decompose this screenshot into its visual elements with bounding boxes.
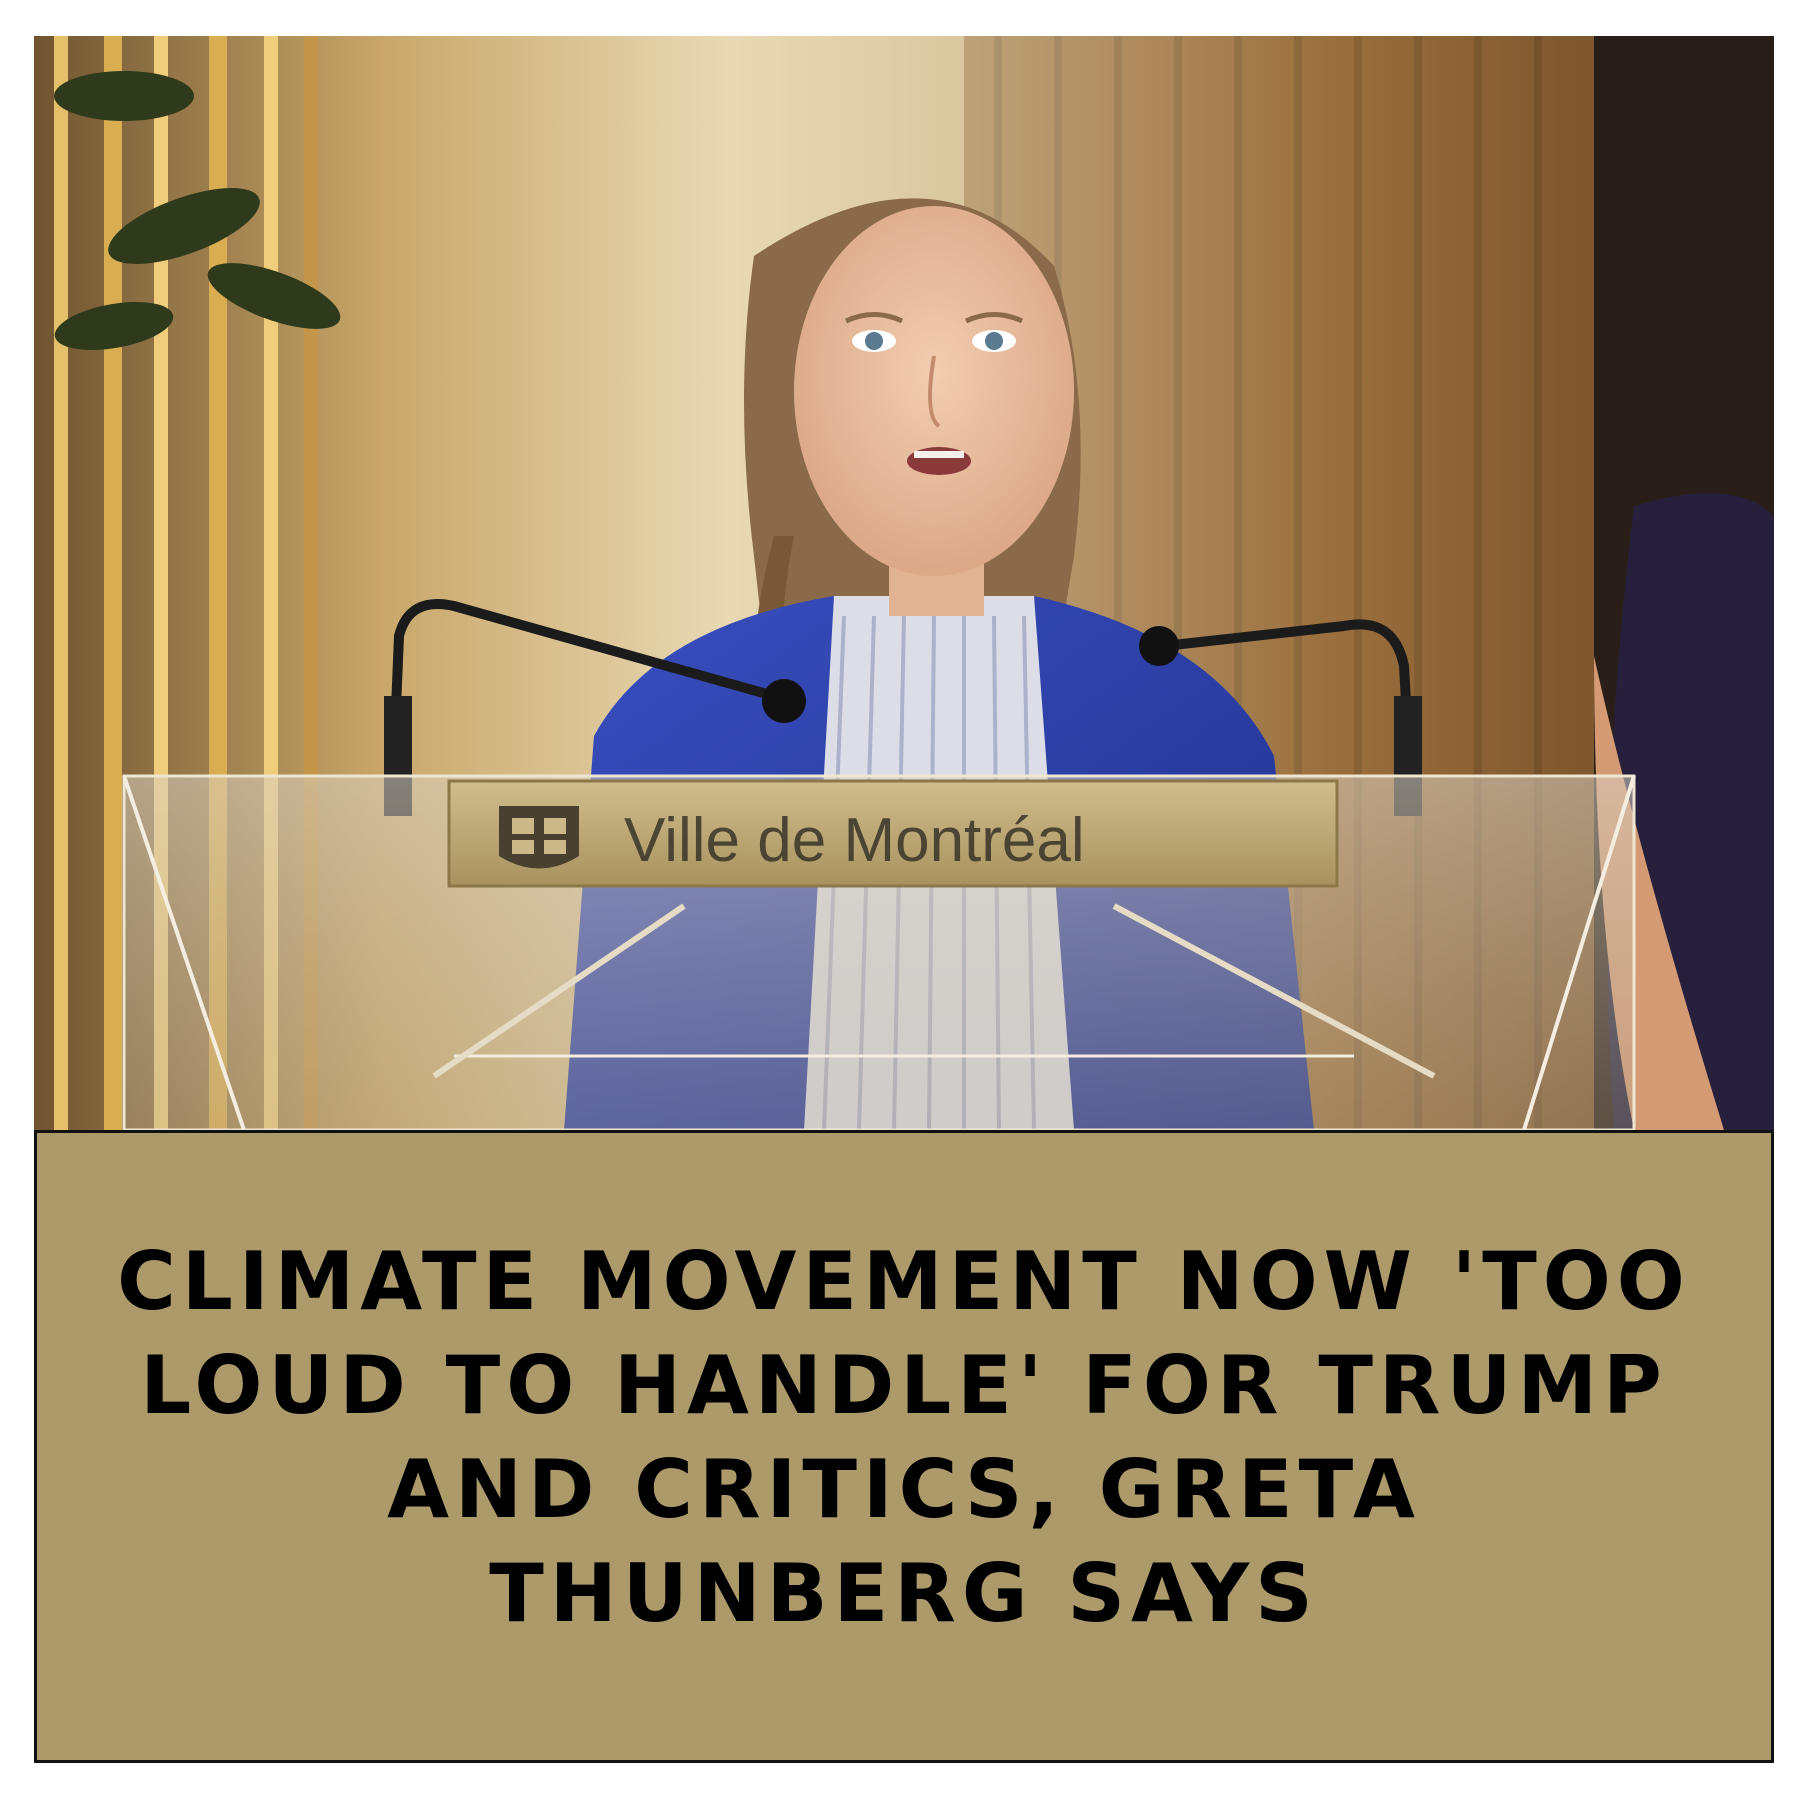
- caption-box: CLIMATE MOVEMENT NOW 'TOO LOUD TO HANDLE…: [34, 1130, 1774, 1763]
- podium-sign-text: Ville de Montréal: [624, 806, 1085, 875]
- montreal-crest-icon: [499, 806, 579, 869]
- speaker-photo: Ville de Montréal: [34, 36, 1774, 1130]
- photo-illustration: [34, 36, 1774, 1130]
- headline-caption: CLIMATE MOVEMENT NOW 'TOO LOUD TO HANDLE…: [117, 1234, 1691, 1640]
- face: [794, 206, 1074, 576]
